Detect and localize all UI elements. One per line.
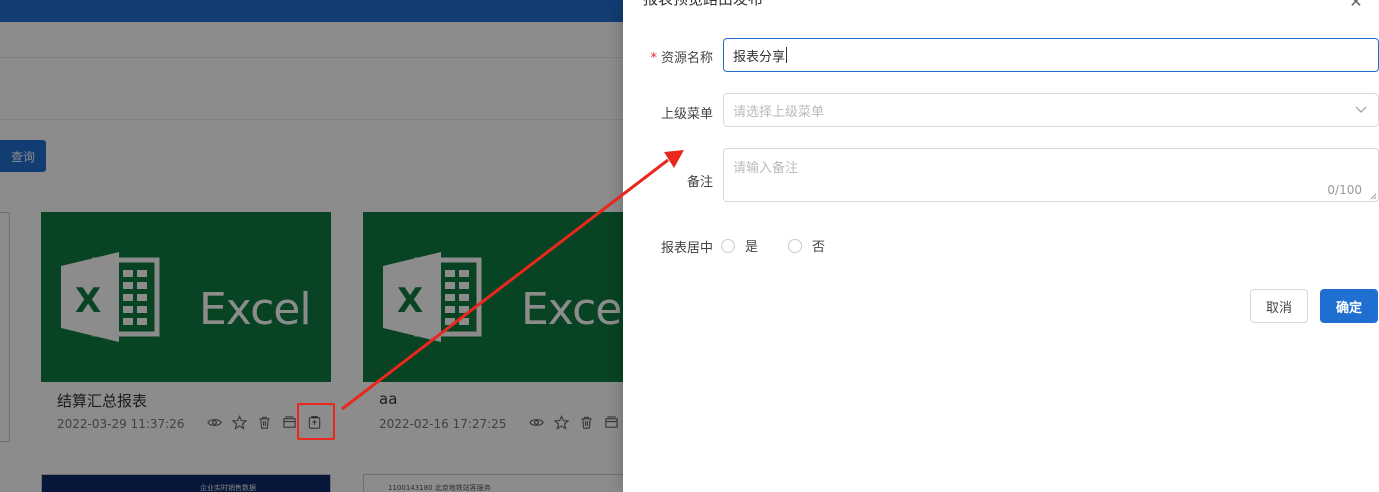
parent-menu-placeholder: 请选择上级菜单 <box>733 104 825 120</box>
required-mark: * <box>650 51 657 66</box>
remark-textarea[interactable]: 请输入备注 0/100 <box>723 148 1379 202</box>
radio-option-label: 是 <box>745 240 759 255</box>
resource-name-value: 报表分享 <box>733 49 786 65</box>
parent-menu-select[interactable]: 请选择上级菜单 <box>723 93 1379 127</box>
remark-char-counter: 0/100 <box>1327 183 1362 197</box>
radio-option-label: 否 <box>812 240 826 255</box>
resize-handle-icon[interactable] <box>1370 193 1377 200</box>
close-icon[interactable]: ✕ <box>1347 0 1365 12</box>
resource-name-input[interactable]: 报表分享 <box>723 38 1379 72</box>
radio-circle[interactable] <box>788 238 803 253</box>
confirm-button[interactable]: 确定 <box>1320 289 1378 323</box>
annotation-highlight-box <box>297 403 335 440</box>
drawer-title: 报表预览路由发布 <box>643 0 763 9</box>
radio-option-no[interactable]: 否 <box>788 236 825 255</box>
report-center-label: 报表居中 <box>660 241 713 256</box>
radio-circle[interactable] <box>721 238 735 253</box>
text-caret <box>786 47 788 63</box>
report-center-radio-group: 是 否 <box>721 236 855 255</box>
remark-placeholder: 请输入备注 <box>733 161 799 176</box>
remark-label: 备注 <box>686 175 713 190</box>
chevron-down-icon <box>1355 106 1367 113</box>
resource-name-label: * 资源名称 <box>623 47 713 66</box>
cancel-button[interactable]: 取消 <box>1250 289 1308 323</box>
resource-name-label-text: 资源名称 <box>660 51 713 66</box>
parent-menu-label: 上级菜单 <box>660 107 713 122</box>
publish-drawer: 报表预览路由发布 ✕ *资源名称 报表分享 上级菜单 请选择上级菜单 备注 请输… <box>623 0 1379 492</box>
radio-option-yes[interactable]: 是 <box>721 236 758 255</box>
